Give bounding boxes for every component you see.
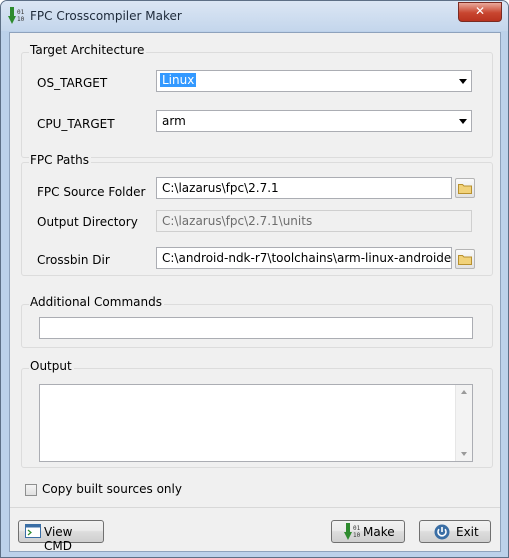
chevron-down-icon (459, 119, 467, 124)
svg-text:01: 01 (17, 9, 24, 16)
fpc-source-folder-field[interactable]: C:\lazarus\fpc\2.7.1 (156, 177, 452, 199)
view-cmd-button[interactable]: View CMD (18, 520, 104, 553)
arrow-download-icon: 01 10 (344, 523, 361, 544)
cpu-target-label: CPU_TARGET (37, 117, 115, 131)
crossbin-dir-value: C:\android-ndk-r7\toolchains\arm-linux-a… (162, 251, 452, 265)
copy-built-sources-checkbox[interactable] (25, 484, 37, 496)
app-window: 01 10 FPC Crosscompiler Maker ✕ Target A… (0, 0, 509, 558)
browse-crossbin-dir-button[interactable] (455, 249, 475, 269)
exit-label: Exit (456, 525, 479, 539)
crossbin-dir-field[interactable]: C:\android-ndk-r7\toolchains\arm-linux-a… (156, 247, 452, 269)
console-window-icon (25, 524, 41, 541)
folder-icon (458, 255, 472, 265)
browse-source-folder-button[interactable] (455, 178, 475, 198)
make-button[interactable]: 01 10 Make (331, 520, 405, 543)
output-directory-field: C:\lazarus\fpc\2.7.1\units (156, 210, 472, 232)
output-directory-value: C:\lazarus\fpc\2.7.1\units (162, 214, 313, 228)
svg-text:10: 10 (17, 16, 24, 23)
exit-button[interactable]: Exit (419, 520, 491, 543)
close-button[interactable]: ✕ (458, 2, 502, 22)
scroll-up-icon[interactable] (461, 390, 467, 394)
fpc-source-folder-label: FPC Source Folder (37, 185, 146, 199)
os-target-value: Linux (160, 73, 197, 87)
svg-text:01: 01 (353, 525, 360, 532)
copy-built-sources-label[interactable]: Copy built sources only (42, 482, 182, 496)
fpc-paths-label: FPC Paths (29, 153, 91, 167)
fpc-source-folder-value: C:\lazarus\fpc\2.7.1 (162, 181, 279, 195)
make-label: Make (363, 525, 395, 539)
arrow-download-icon: 01 10 (8, 7, 25, 25)
output-label: Output (29, 359, 74, 373)
view-cmd-label: View CMD (44, 525, 73, 553)
crossbin-dir-label: Crossbin Dir (37, 253, 110, 267)
cpu-target-value: arm (162, 114, 186, 128)
title-bar[interactable]: 01 10 FPC Crosscompiler Maker ✕ (1, 1, 508, 31)
os-target-label: OS_TARGET (37, 76, 108, 90)
scroll-down-icon[interactable] (461, 452, 467, 456)
output-textarea[interactable] (39, 384, 473, 462)
close-icon: ✕ (474, 4, 486, 18)
button-bar-separator (10, 507, 500, 508)
power-icon (434, 524, 450, 543)
additional-commands-input[interactable] (39, 317, 473, 339)
target-architecture-group (21, 52, 493, 158)
output-scrollbar[interactable] (455, 385, 472, 461)
chevron-down-icon (459, 79, 467, 84)
folder-icon (458, 184, 472, 194)
os-target-select[interactable]: Linux (156, 70, 472, 92)
cpu-target-select[interactable]: arm (156, 110, 472, 132)
target-architecture-label: Target Architecture (29, 43, 147, 57)
additional-commands-label: Additional Commands (29, 295, 164, 309)
window-title: FPC Crosscompiler Maker (30, 9, 182, 23)
output-directory-label: Output Directory (37, 215, 138, 229)
svg-text:10: 10 (353, 532, 360, 539)
dialog-body: Target Architecture OS_TARGET Linux CPU_… (9, 32, 501, 553)
